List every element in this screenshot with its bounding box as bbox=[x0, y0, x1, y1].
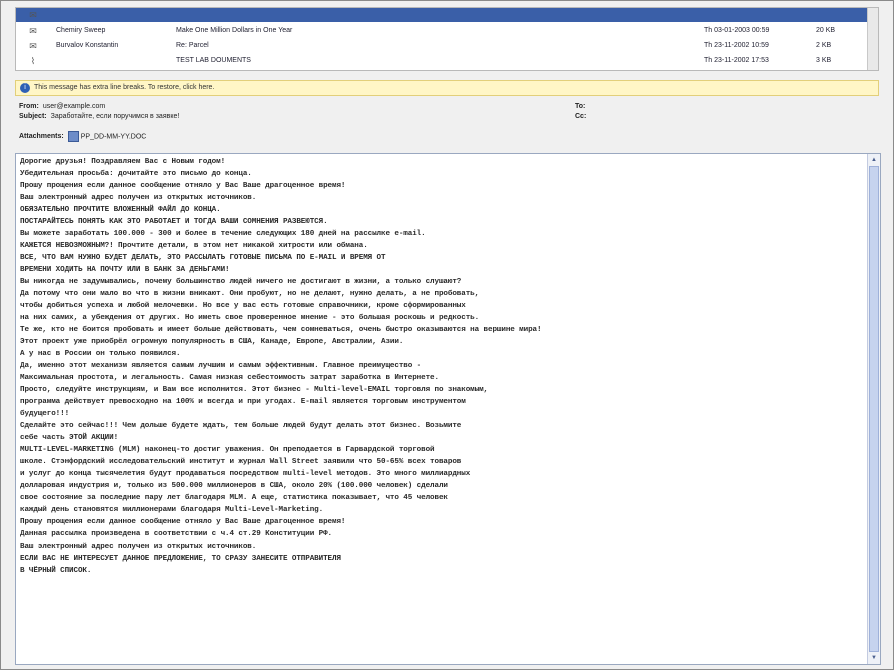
message-size: 20 KB bbox=[816, 27, 836, 34]
message-date: Th 03-01-2003 00:59 bbox=[704, 27, 770, 34]
message-list: ✉ ✉ Chemiry Sweep Make One Million Dolla… bbox=[15, 7, 879, 71]
subject-value: Заработайте, если поручимся в заявке! bbox=[50, 113, 180, 120]
message-body-text: Дорогие друзья! Поздравляем Вас с Новым … bbox=[20, 158, 542, 575]
info-bar[interactable]: i This message has extra line breaks. To … bbox=[15, 80, 879, 96]
subject-label: Subject: bbox=[19, 113, 47, 120]
message-row[interactable]: ✉ bbox=[16, 8, 878, 22]
message-subject: Re: Parcel bbox=[176, 42, 209, 49]
message-list-scrollbar[interactable] bbox=[867, 8, 878, 70]
from-header: From: user@example.com bbox=[19, 103, 105, 110]
message-row[interactable]: ✉ Burvalov Konstantin Re: Parcel Th 23-1… bbox=[16, 39, 878, 53]
message-size: 2 KB bbox=[816, 42, 832, 49]
scroll-down-arrow-icon[interactable]: ▼ bbox=[868, 652, 880, 664]
message-row[interactable]: ⌇ TEST LAB DOUMENTS Th 23-11-2002 17:53 … bbox=[16, 54, 878, 68]
message-body-scrollbar[interactable]: ▲ ▼ bbox=[867, 154, 880, 664]
message-date: Th 23-11-2002 17:53 bbox=[704, 57, 769, 64]
info-icon: i bbox=[20, 83, 30, 93]
cc-label: Cc: bbox=[575, 113, 587, 120]
message-subject: Make One Million Dollars in One Year bbox=[176, 27, 293, 34]
message-subject: TEST LAB DOUMENTS bbox=[176, 57, 251, 64]
message-row[interactable]: ✉ Chemiry Sweep Make One Million Dollars… bbox=[16, 24, 878, 38]
scroll-up-arrow-icon[interactable]: ▲ bbox=[868, 154, 880, 166]
envelope-icon: ✉ bbox=[29, 10, 37, 20]
message-headers: From: user@example.com Subject: Заработайт… bbox=[15, 99, 877, 153]
message-from: Chemiry Sweep bbox=[56, 27, 106, 34]
attachments-label: Attachments: bbox=[19, 133, 64, 141]
message-body[interactable]: Дорогие друзья! Поздравляем Вас с Новым … bbox=[15, 153, 881, 665]
message-size: 3 KB bbox=[816, 57, 832, 64]
subject-header: Subject: Заработайте, если поручимся в за… bbox=[19, 113, 179, 120]
envelope-icon: ✉ bbox=[29, 41, 37, 51]
paperclip-icon: ⌇ bbox=[30, 56, 36, 66]
email-client-window: ✉ ✉ Chemiry Sweep Make One Million Dolla… bbox=[0, 0, 894, 670]
info-bar-text: This message has extra line breaks. To r… bbox=[34, 84, 215, 91]
envelope-icon: ✉ bbox=[29, 26, 37, 36]
scrollbar-thumb[interactable] bbox=[869, 166, 879, 652]
to-label: To: bbox=[575, 103, 586, 110]
attachment-file[interactable]: PP_DD-MM-YY.DOC bbox=[81, 133, 147, 140]
attachments-header: Attachments: PP_DD-MM-YY.DOC bbox=[19, 131, 146, 142]
message-from: Burvalov Konstantin bbox=[56, 42, 119, 49]
document-icon bbox=[67, 131, 79, 142]
from-value[interactable]: user@example.com bbox=[43, 103, 105, 110]
from-label: From: bbox=[19, 103, 39, 110]
message-date: Th 23-11-2002 10:59 bbox=[704, 42, 769, 49]
